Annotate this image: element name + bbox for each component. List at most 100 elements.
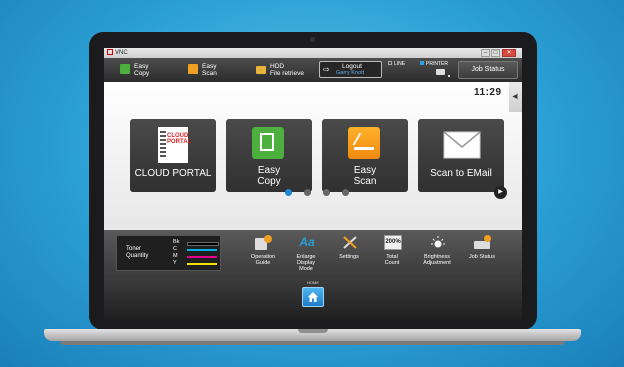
settings-button[interactable]: Settings bbox=[329, 234, 369, 274]
job-status-button[interactable]: Job Status bbox=[458, 61, 518, 79]
page-dot-1[interactable] bbox=[285, 189, 292, 196]
operation-guide-icon bbox=[255, 235, 273, 250]
minimize-button[interactable]: – bbox=[481, 49, 490, 57]
maximize-button[interactable]: □ bbox=[491, 49, 500, 57]
brightness-icon bbox=[431, 236, 445, 248]
page-dot-2[interactable] bbox=[304, 189, 311, 196]
printer-indicator: PRINTER bbox=[420, 61, 448, 67]
toner-bk-bar bbox=[187, 242, 219, 246]
job-status-status-button[interactable]: Job Status bbox=[462, 234, 502, 274]
total-count-button[interactable]: 200% Total Count bbox=[372, 234, 412, 274]
settings-icon bbox=[343, 236, 357, 249]
easy-scan-line2: Scan bbox=[202, 70, 217, 77]
settings-label: Settings bbox=[339, 254, 359, 260]
easy-copy-line1: Easy bbox=[134, 63, 149, 70]
folder-icon bbox=[256, 66, 266, 74]
easy-copy-icon bbox=[120, 64, 130, 74]
laptop-base bbox=[44, 329, 581, 341]
laptop-foot bbox=[60, 341, 565, 345]
clock: 11:29 bbox=[474, 87, 502, 98]
toner-y-key: Y bbox=[173, 260, 177, 266]
printer-dropdown-icon bbox=[448, 75, 450, 77]
enlarge-display-icon: Aa bbox=[299, 235, 315, 249]
laptop-notch bbox=[298, 329, 328, 333]
easy-copy-icon bbox=[252, 127, 284, 159]
bottom-bar: HOME bbox=[104, 277, 522, 320]
tile-easy-scan-line1: Easy bbox=[353, 165, 377, 176]
page-dot-4[interactable] bbox=[342, 189, 349, 196]
tile-scan-to-email-label: Scan to EMail bbox=[430, 168, 492, 179]
window-title: VNC bbox=[107, 49, 128, 57]
home-button[interactable] bbox=[302, 287, 324, 307]
envelope-icon bbox=[443, 131, 481, 159]
printer-icon bbox=[436, 69, 445, 75]
cloud-portal-icon-stripes bbox=[160, 131, 166, 157]
easy-scan-icon bbox=[188, 64, 198, 74]
next-page-button[interactable]: ▶ bbox=[494, 186, 507, 199]
vnc-screen: VNC – □ ✕ Easy Copy Easy Scan HDD File retr… bbox=[104, 48, 522, 320]
toner-quantity-panel: Toner Quantity Bk C M Y bbox=[116, 235, 221, 271]
operation-guide-button[interactable]: Operation Guide bbox=[243, 234, 283, 274]
status-bar: Toner Quantity Bk C M Y Operation Guide Aa… bbox=[104, 230, 522, 277]
easy-scan-icon bbox=[348, 127, 380, 159]
line-indicator-label: LINE bbox=[394, 61, 406, 67]
easy-scan-quick-button[interactable]: Easy Scan bbox=[188, 61, 238, 79]
logout-label: Logout bbox=[342, 63, 362, 70]
home-icon bbox=[308, 292, 318, 302]
tile-easy-scan-line2: Scan bbox=[353, 176, 377, 187]
total-count-line2: Count bbox=[384, 260, 400, 266]
total-count-icon: 200% bbox=[384, 235, 402, 250]
scan-lid-icon bbox=[352, 133, 376, 145]
logout-button[interactable]: ⇨ Logout Garry Knott bbox=[319, 61, 382, 78]
laptop-bezel: VNC – □ ✕ Easy Copy Easy Scan HDD File retr… bbox=[89, 32, 537, 330]
tile-easy-scan[interactable]: Easy Scan bbox=[322, 119, 408, 192]
brightness-adjustment-button[interactable]: Brightness Adjustment bbox=[417, 234, 457, 274]
hdd-line1: HDD bbox=[270, 63, 285, 70]
enlarge-display-mode-button[interactable]: Aa Enlarge Display Mode bbox=[286, 234, 326, 274]
easy-copy-line2: Copy bbox=[134, 70, 150, 77]
close-button[interactable]: ✕ bbox=[502, 49, 516, 57]
logout-icon: ⇨ bbox=[323, 65, 330, 74]
home-screen-main: 11:29 ◀| CLOUD PORTAL CLOUD PORTAL Easy Co… bbox=[104, 82, 522, 230]
side-panel-toggle[interactable]: ◀| bbox=[509, 82, 522, 112]
printer-status-light bbox=[420, 61, 424, 65]
toner-y-bar bbox=[187, 263, 217, 265]
scan-bed-icon bbox=[354, 147, 374, 150]
job-status-label: Job Status bbox=[469, 254, 495, 260]
toner-c-bar bbox=[187, 249, 217, 251]
tile-easy-copy-line2: Copy bbox=[257, 176, 281, 187]
hdd-line2: File retrieve bbox=[270, 70, 304, 77]
toner-m-bar bbox=[187, 256, 217, 258]
top-bar: Easy Copy Easy Scan HDD File retrieve ⇨ Log… bbox=[104, 58, 522, 82]
tile-cloud-portal-label: CLOUD PORTAL bbox=[134, 168, 212, 179]
toner-label-line2: Quantity bbox=[126, 253, 149, 259]
enlarge-line3: Mode bbox=[299, 266, 313, 272]
page-dot-3[interactable] bbox=[323, 189, 330, 196]
hdd-file-retrieve-button[interactable]: HDD File retrieve bbox=[256, 61, 316, 79]
logged-in-user: Garry Knott bbox=[336, 70, 365, 76]
printer-indicator-label: PRINTER bbox=[426, 61, 448, 67]
tile-easy-copy[interactable]: Easy Copy bbox=[226, 119, 312, 192]
line-indicator: LINE bbox=[388, 61, 405, 67]
cloud-portal-logo-line2: PORTAL bbox=[167, 139, 192, 145]
tile-scan-to-email[interactable]: Scan to EMail bbox=[418, 119, 504, 192]
easy-copy-quick-button[interactable]: Easy Copy bbox=[120, 61, 170, 79]
tile-cloud-portal[interactable]: CLOUD PORTAL CLOUD PORTAL bbox=[130, 119, 216, 192]
webcam bbox=[310, 37, 315, 42]
home-label: HOME bbox=[307, 280, 319, 285]
cloud-portal-icon: CLOUD PORTAL bbox=[158, 127, 192, 163]
easy-scan-line1: Easy bbox=[202, 63, 217, 70]
toner-c-key: C bbox=[173, 246, 177, 252]
job-status-icon bbox=[474, 235, 492, 250]
tile-easy-copy-line1: Easy bbox=[257, 165, 281, 176]
copy-pages-icon bbox=[260, 133, 274, 151]
toner-m-key: M bbox=[173, 253, 178, 259]
toner-label-line1: Toner bbox=[126, 246, 142, 252]
vnc-icon bbox=[107, 49, 113, 55]
toner-bk-key: Bk bbox=[173, 239, 180, 245]
line-status-light bbox=[388, 61, 392, 65]
window-titlebar: VNC – □ ✕ bbox=[104, 48, 522, 58]
operation-guide-line2: Guide bbox=[255, 260, 271, 266]
brightness-line2: Adjustment bbox=[423, 260, 451, 266]
window-title-text: VNC bbox=[115, 50, 128, 56]
